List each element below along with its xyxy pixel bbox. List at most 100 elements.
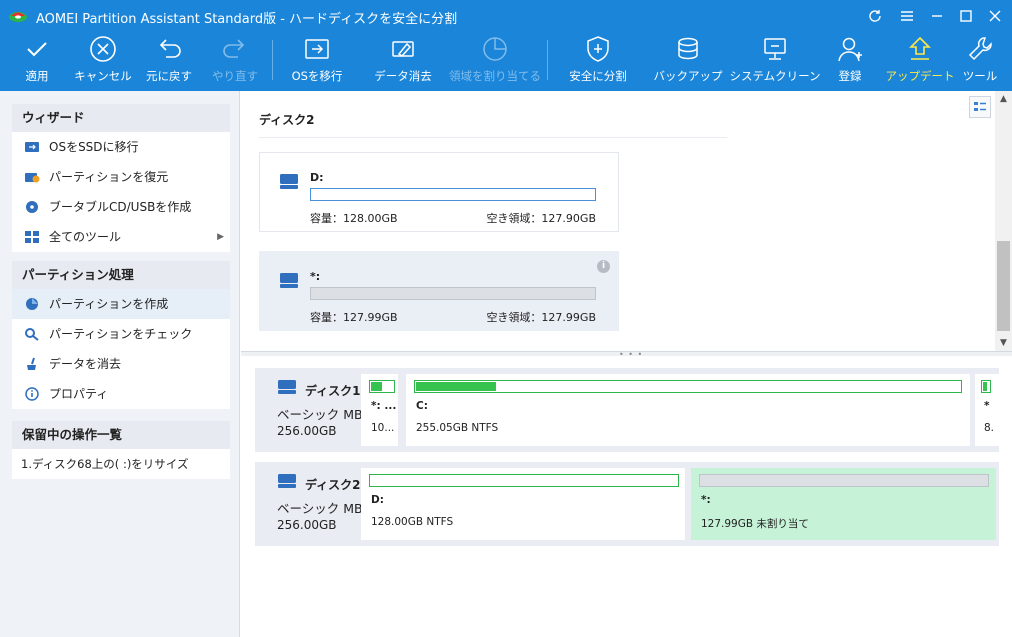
allocate-space-button[interactable]: 領域を割り当てる (449, 34, 541, 90)
minimize-button[interactable] (924, 4, 950, 28)
disk-row-1: ディスク1 ベーシック MBR 256.00GB *: ... 10... C:… (255, 368, 999, 452)
minimize-icon (932, 15, 942, 17)
chevron-right-icon: ▶ (217, 232, 224, 242)
system-clean-icon (764, 38, 786, 60)
title-bar: AOMEI Partition Assistant Standard版 - ハー… (0, 0, 1012, 32)
sidebar: ウィザード OSをSSDに移行 パーティションを復元 ブータブルCD/USBを作… (0, 91, 240, 637)
undo-label: 元に戻す (146, 69, 192, 83)
disk-info[interactable]: ディスク1 ベーシック MBR 256.00GB (255, 368, 371, 452)
sidebar-item-properties[interactable]: プロパティ (12, 379, 230, 409)
partition-block[interactable]: *: ... 10... (361, 374, 398, 446)
vertical-scrollbar[interactable]: ▲ ▼ (995, 91, 1012, 351)
disk-icon (278, 474, 296, 488)
close-button[interactable] (982, 4, 1008, 28)
redo-button[interactable]: やり直す (208, 34, 262, 90)
allocate-space-label: 領域を割り当てる (449, 69, 541, 83)
sidebar-item-label: OSをSSDに移行 (49, 140, 139, 154)
scroll-up-icon[interactable]: ▲ (995, 91, 1012, 107)
partition-block-c[interactable]: C: 255.05GB NTFS (406, 374, 970, 446)
sidebar-item-create-partition[interactable]: パーティションを作成 (12, 289, 230, 319)
sidebar-item-all-tools[interactable]: 全てのツール ▶ (12, 222, 230, 252)
partition-name: D: (310, 171, 324, 184)
toolbar-separator (272, 40, 273, 80)
scroll-down-icon[interactable]: ▼ (995, 335, 1012, 351)
sidebar-item-label: パーティションを復元 (49, 170, 169, 184)
safe-split-label: 安全に分割 (569, 69, 627, 83)
disk-row-2: ディスク2 ベーシック MBR 256.00GB D: 128.00GB NTF… (255, 462, 999, 546)
info-icon[interactable]: i (597, 260, 610, 273)
scroll-thumb[interactable] (997, 241, 1010, 331)
partition-card-unallocated[interactable]: i *: 容量：127.99GB 空き領域：127.99GB (259, 251, 619, 331)
backup-label: バックアップ (653, 69, 723, 83)
tools-icon (968, 37, 992, 61)
undo-button[interactable]: 元に戻す (142, 34, 196, 90)
migrate-os-icon (305, 39, 329, 59)
sidebar-item-check-partition[interactable]: パーティションをチェック (12, 319, 230, 349)
undo-icon (159, 39, 181, 58)
partition-block[interactable]: * 8. (975, 374, 999, 446)
partition-free-space: 空き領域：127.90GB (486, 212, 596, 225)
partition-desc: 8. (984, 422, 995, 434)
partition-label: *: ... (371, 400, 397, 412)
maximize-button[interactable] (953, 4, 979, 28)
disk-type: ベーシック MBR (277, 501, 372, 516)
pending-op-item[interactable]: 1.ディスク68上の( :)をリサイズ (12, 449, 230, 479)
pending-ops-header: 保留中の操作一覧 (12, 421, 230, 449)
register-button[interactable]: 登録 (830, 34, 870, 90)
cancel-button[interactable]: キャンセル (73, 34, 133, 90)
safe-split-button[interactable]: 安全に分割 (565, 34, 631, 90)
partition-block-d[interactable]: D: 128.00GB NTFS (361, 468, 685, 540)
system-clean-button[interactable]: システムクリーン (729, 34, 821, 90)
partition-usage-bar (369, 474, 679, 487)
pending-ops-section: 保留中の操作一覧 1.ディスク68上の( :)をリサイズ (12, 421, 230, 479)
wipe-data-button[interactable]: データ消去 (370, 34, 436, 90)
maximize-icon (960, 10, 972, 22)
apply-button[interactable]: 適用 (17, 34, 57, 90)
refresh-button[interactable] (862, 4, 888, 28)
hamburger-icon (901, 11, 913, 21)
create-partition-icon (26, 298, 38, 310)
partition-block-unallocated[interactable]: *: 127.99GB 未割り当て (691, 468, 996, 540)
tools-button[interactable]: ツール (962, 34, 998, 90)
usage-bar (310, 188, 596, 201)
sidebar-item-label: パーティションをチェック (49, 327, 193, 341)
check-partition-icon (25, 328, 39, 341)
view-toggle-button[interactable] (969, 96, 991, 118)
partition-usage-bar (414, 380, 962, 393)
partition-card-d[interactable]: D: 容量：128.00GB 空き領域：127.90GB (259, 152, 619, 232)
cancel-icon (90, 36, 116, 62)
migrate-os-label: OSを移行 (291, 69, 343, 83)
sidebar-item-recover-partition[interactable]: パーティションを復元 (12, 162, 230, 192)
sidebar-item-bootable-media[interactable]: ブータブルCD/USBを作成 (12, 192, 230, 222)
sidebar-item-wipe-data[interactable]: データを消去 (12, 349, 230, 379)
sidebar-item-migrate-os-ssd[interactable]: OSをSSDに移行 (12, 132, 230, 162)
apply-label: 適用 (25, 69, 49, 83)
partition-desc: 255.05GB NTFS (416, 422, 499, 434)
update-button[interactable]: アップデート (886, 34, 955, 90)
all-tools-icon (25, 231, 39, 243)
wizard-header: ウィザード (12, 104, 230, 132)
backup-icon (678, 37, 698, 60)
migrate-os-button[interactable]: OSを移行 (287, 34, 347, 90)
redo-label: やり直す (212, 69, 258, 83)
update-label: アップデート (885, 69, 955, 83)
partition-capacity: 容量：128.00GB (310, 212, 398, 225)
wizard-section: ウィザード OSをSSDに移行 パーティションを復元 ブータブルCD/USBを作… (12, 104, 230, 252)
disk-title: ディスク2 (259, 113, 315, 127)
redo-icon (223, 39, 245, 58)
disk-name: ディスク2 (305, 478, 361, 492)
allocate-space-icon (483, 37, 507, 61)
recover-partition-icon (25, 173, 40, 183)
backup-button[interactable]: バックアップ (654, 34, 723, 90)
window-title: AOMEI Partition Assistant Standard版 - ハー… (36, 12, 458, 27)
register-label: 登録 (838, 69, 862, 83)
menu-button[interactable] (894, 4, 920, 28)
sidebar-item-label: パーティションを作成 (49, 297, 169, 311)
bootable-cd-icon (26, 201, 38, 213)
wipe-data-label: データ消去 (374, 69, 432, 83)
drive-icon (280, 273, 298, 288)
partition-usage-bar (699, 474, 989, 487)
disk-info[interactable]: ディスク2 ベーシック MBR 256.00GB (255, 462, 371, 546)
refresh-icon (869, 10, 881, 22)
partition-name: *: (310, 270, 321, 283)
